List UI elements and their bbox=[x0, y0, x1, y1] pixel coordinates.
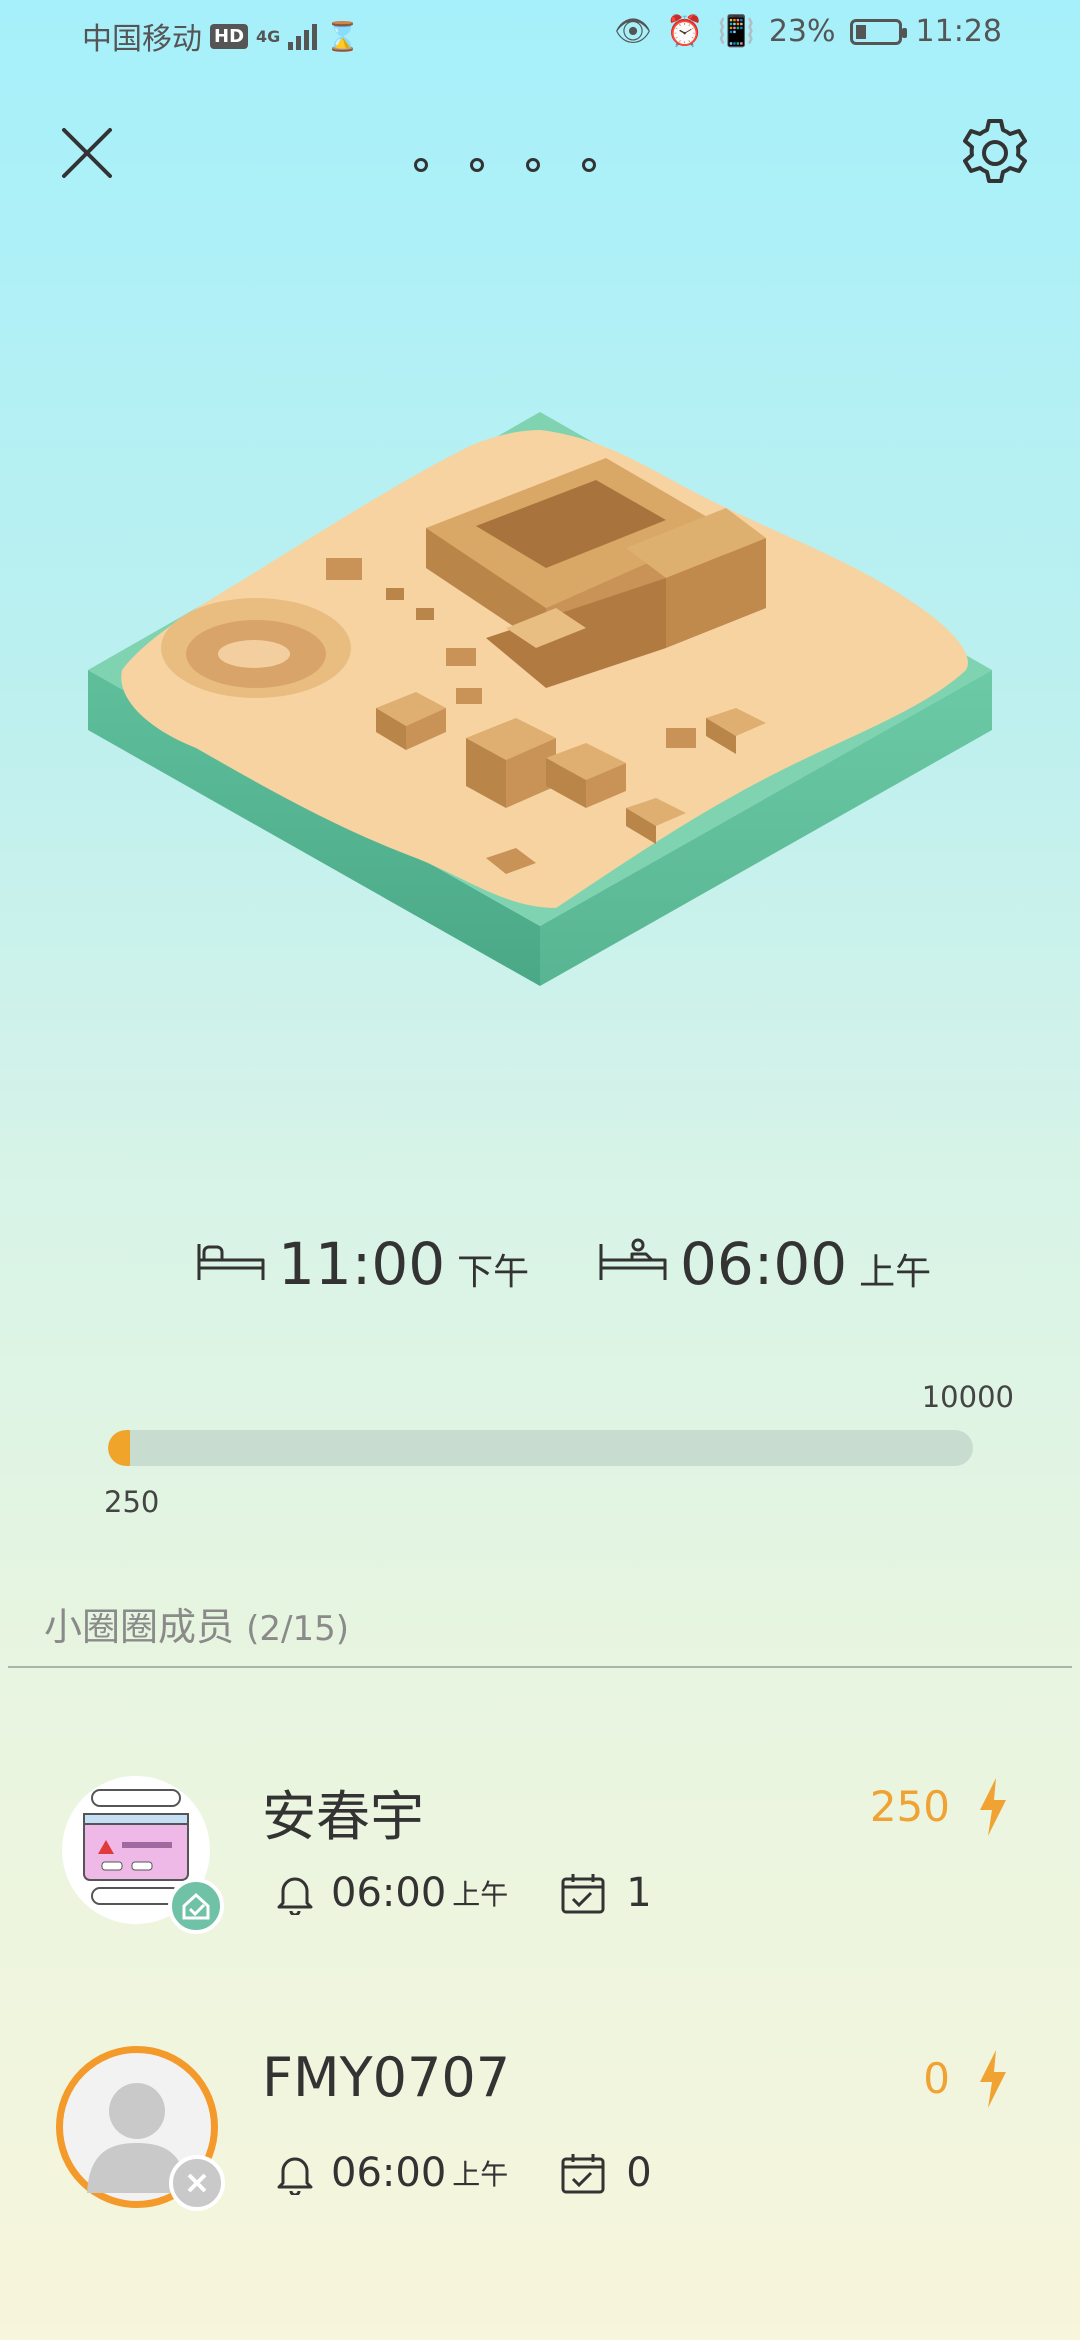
sleep-time: 11:00 bbox=[278, 1230, 446, 1298]
network-label: 4G bbox=[256, 26, 281, 46]
member-checkin-count: 0 bbox=[626, 2150, 652, 2196]
wake-time: 06:00 bbox=[680, 1230, 848, 1298]
member-score: 250 bbox=[869, 1782, 950, 1831]
page-dot[interactable] bbox=[470, 158, 484, 172]
eye-icon: 👁 bbox=[614, 14, 653, 49]
member-alarm-period: 上午 bbox=[452, 1878, 509, 1911]
hourglass-icon: ⌛ bbox=[325, 19, 361, 53]
clock: 11:28 bbox=[915, 14, 1002, 49]
bed-icon bbox=[197, 1244, 265, 1280]
member-name: 安春宇 bbox=[262, 1785, 424, 1848]
battery-percent: 23% bbox=[768, 14, 836, 49]
vibrate-icon: 📳 bbox=[717, 14, 755, 49]
battery-icon bbox=[849, 18, 907, 45]
hd-badge: HD bbox=[210, 23, 249, 49]
lightning-icon bbox=[980, 2050, 1006, 2108]
progress-max-label: 10000 bbox=[921, 1380, 1014, 1414]
x-badge-icon bbox=[169, 2155, 225, 2211]
avatar[interactable] bbox=[62, 1776, 224, 1934]
energy-progress-bar bbox=[108, 1430, 973, 1466]
page-indicator bbox=[414, 158, 596, 172]
status-bar: 中国移动 HD 4G ⌛ 👁 ⏰ 📳 23% 11:28 bbox=[0, 0, 1080, 70]
member-meta: 06:00 上午 0 bbox=[275, 2150, 652, 2196]
carrier-label: 中国移动 bbox=[82, 22, 202, 57]
sleep-time-group: 11:00 下午 bbox=[196, 1230, 529, 1298]
member-row[interactable]: FMY0707 0 06:00 上午 0 bbox=[0, 2046, 1080, 2246]
alarm-icon: ⏰ bbox=[666, 14, 704, 49]
member-alarm-time: 06:00 bbox=[331, 1870, 447, 1916]
page-dot[interactable] bbox=[582, 158, 596, 172]
member-alarm-time: 06:00 bbox=[331, 2150, 447, 2196]
progress-current-label: 250 bbox=[104, 1485, 160, 1519]
energy-progress-fill bbox=[108, 1430, 130, 1466]
bell-icon bbox=[277, 2157, 313, 2195]
close-button[interactable] bbox=[52, 118, 122, 188]
signal-icon bbox=[288, 22, 318, 50]
wake-time-group: 06:00 上午 bbox=[598, 1230, 931, 1298]
close-icon bbox=[62, 128, 112, 178]
members-heading: 小圈圈成员 (2/15) bbox=[44, 1596, 349, 1651]
calendar-check-icon bbox=[561, 2154, 605, 2194]
members-title: 小圈圈成员 bbox=[44, 1605, 235, 1649]
desert-island-illustration bbox=[88, 412, 992, 986]
lightning-icon bbox=[980, 1778, 1006, 1836]
gear-icon bbox=[963, 119, 1027, 183]
member-score: 0 bbox=[923, 2054, 950, 2103]
wake-bed-icon bbox=[599, 1238, 667, 1280]
members-count: (2/15) bbox=[246, 1609, 349, 1649]
sleep-period: 下午 bbox=[457, 1252, 530, 1293]
member-row[interactable]: 安春宇 250 06:00 上午 1 bbox=[0, 1770, 1080, 1970]
wake-period: 上午 bbox=[859, 1252, 932, 1293]
member-alarm-period: 上午 bbox=[452, 2158, 509, 2191]
bell-icon bbox=[277, 1877, 313, 1915]
settings-button[interactable] bbox=[955, 113, 1035, 193]
divider bbox=[8, 1666, 1072, 1668]
member-name: FMY0707 bbox=[262, 2046, 511, 2109]
page-dot[interactable] bbox=[414, 158, 428, 172]
page-dot[interactable] bbox=[526, 158, 540, 172]
check-badge-icon bbox=[168, 1878, 224, 1934]
calendar-check-icon bbox=[561, 1874, 605, 1914]
avatar[interactable] bbox=[56, 2046, 225, 2211]
member-meta: 06:00 上午 1 bbox=[275, 1870, 652, 1916]
member-checkin-count: 1 bbox=[626, 1870, 652, 1916]
